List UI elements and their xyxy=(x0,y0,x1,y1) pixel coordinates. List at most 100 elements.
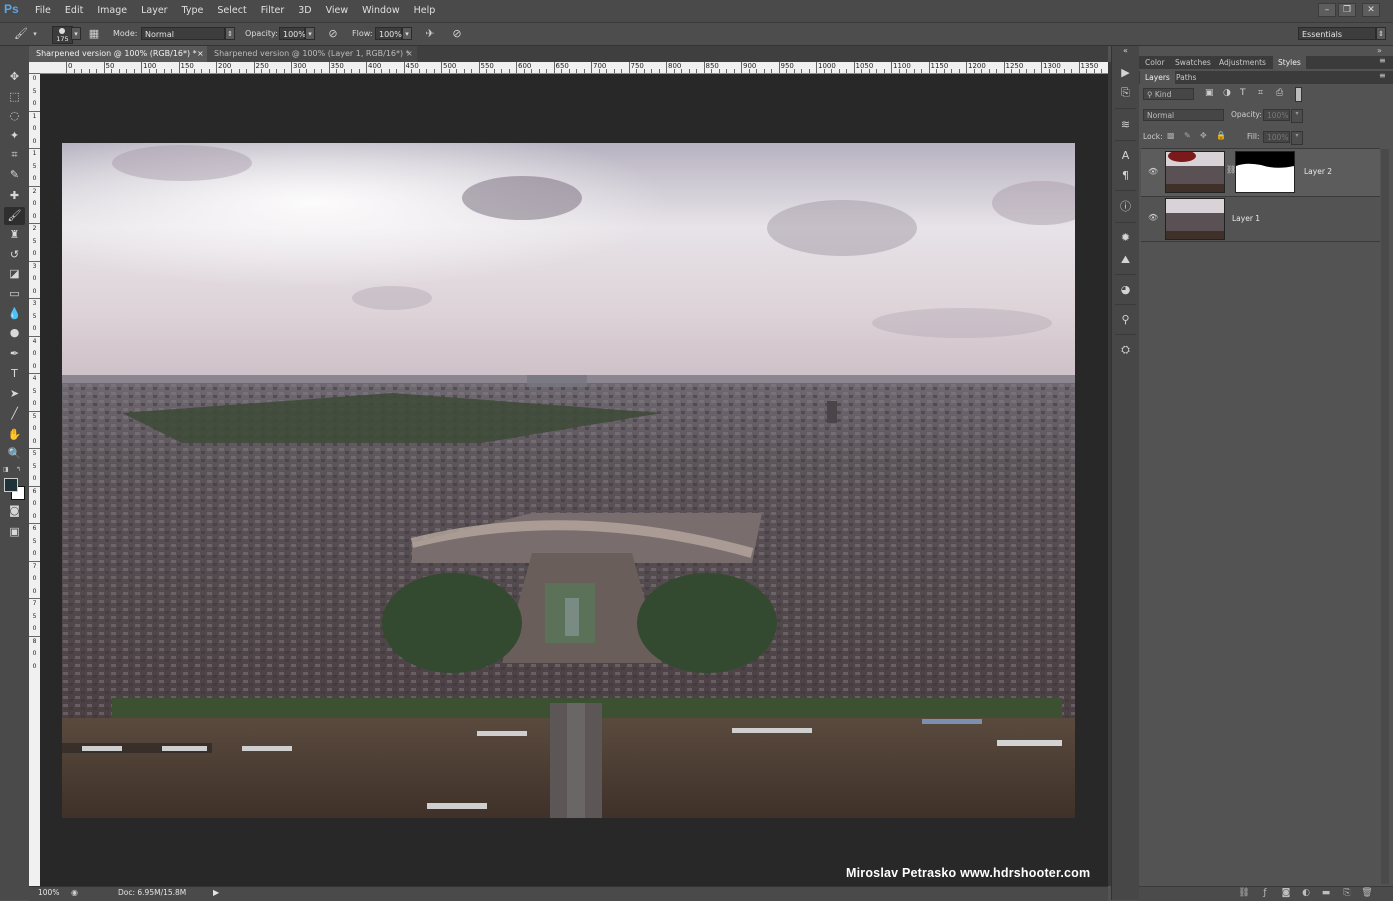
layers-scrollbar[interactable] xyxy=(1381,149,1389,884)
opacity-input[interactable]: 100% xyxy=(279,27,306,40)
play-actions-icon[interactable]: ▶ xyxy=(1116,64,1135,82)
delete-layer-icon[interactable]: 🗑 xyxy=(1360,887,1374,900)
panel-menu-icon[interactable]: ≡ xyxy=(1379,56,1386,65)
brush-panel-icon[interactable]: ▦ xyxy=(87,27,101,41)
screen-mode-icon[interactable]: ▣ xyxy=(4,523,25,541)
tab-sharpened-layer1[interactable]: Sharpened version @ 100% (Layer 1, RGB/1… xyxy=(207,46,417,62)
zoom-icon[interactable]: 🔍 xyxy=(4,445,25,463)
3d-scene-icon[interactable]: ⛰ xyxy=(1116,251,1135,269)
restore-button[interactable]: ❐ xyxy=(1338,3,1356,17)
collapse-panels-icon[interactable]: » xyxy=(1377,46,1393,56)
lasso-icon[interactable]: ◌ xyxy=(4,107,25,125)
filter-pixel-icon[interactable]: ▣ xyxy=(1205,88,1214,98)
dodge-icon[interactable]: ● xyxy=(4,324,25,342)
airbrush-icon[interactable]: ✈ xyxy=(423,27,437,41)
tab-color[interactable]: Color xyxy=(1140,56,1170,69)
close-icon[interactable]: × xyxy=(406,46,413,62)
blend-mode-select[interactable]: Normal xyxy=(1143,109,1224,121)
quick-mask-icon[interactable]: ◙ xyxy=(4,502,25,520)
layer-2-mask-thumbnail[interactable] xyxy=(1235,151,1295,193)
character-icon[interactable]: A xyxy=(1116,147,1135,165)
tab-sharpened-rgb[interactable]: Sharpened version @ 100% (RGB/16*) * × xyxy=(29,46,207,62)
close-window-button[interactable]: ✕ xyxy=(1362,3,1380,17)
mode-select[interactable]: Normal xyxy=(141,27,225,40)
filter-smart-object-icon[interactable]: ⎙ xyxy=(1276,88,1283,98)
filter-type-icon[interactable]: T xyxy=(1240,88,1246,98)
path-select-icon[interactable]: ➤ xyxy=(4,385,25,403)
crop-icon[interactable]: ⌗ xyxy=(4,146,25,164)
new-group-icon[interactable]: ▬ xyxy=(1319,887,1333,900)
info-icon[interactable]: ⓘ xyxy=(1116,198,1135,216)
lock-transparent-icon[interactable]: ▩ xyxy=(1167,131,1175,140)
marquee-icon[interactable]: ⬚ xyxy=(4,88,25,106)
paragraph-icon[interactable]: ¶ xyxy=(1116,167,1135,185)
history-brush-icon[interactable]: ↺ xyxy=(4,246,25,264)
foreground-color-swatch[interactable] xyxy=(4,478,18,492)
adjustment-layer-icon[interactable]: ◐ xyxy=(1299,887,1313,900)
menu-help[interactable]: Help xyxy=(407,0,443,22)
layer-1-thumbnail[interactable] xyxy=(1165,198,1225,240)
brush-settings-icon[interactable]: ≋ xyxy=(1116,116,1135,134)
menu-3d[interactable]: 3D xyxy=(291,0,318,22)
tab-styles[interactable]: Styles xyxy=(1273,56,1306,69)
fx-icon[interactable]: ƒ xyxy=(1258,887,1272,900)
workspace-select[interactable]: Essentials xyxy=(1298,27,1376,40)
pressure-opacity-icon[interactable]: ⊘ xyxy=(326,27,340,41)
layer-row-layer-2[interactable]: 👁 ⛓ Layer 2 xyxy=(1141,149,1380,197)
layer-opacity-input[interactable]: 100% xyxy=(1263,109,1290,121)
magic-wand-icon[interactable]: ✦ xyxy=(4,127,25,145)
brush-size-preview[interactable]: 175 xyxy=(52,26,73,44)
eyedropper-icon[interactable]: ✎ xyxy=(4,166,25,184)
fill-dropdown[interactable]: ▾ xyxy=(1291,131,1303,145)
chevron-down-icon[interactable]: ▾ xyxy=(31,27,39,41)
workspace-dropdown[interactable]: ⇕ xyxy=(1376,27,1386,40)
opacity-dropdown[interactable]: ▾ xyxy=(305,27,315,40)
fill-input[interactable]: 100% xyxy=(1263,131,1290,143)
move-icon[interactable]: ✥ xyxy=(4,68,25,86)
eye-icon[interactable]: 👁 xyxy=(1148,213,1158,223)
export-icon[interactable]: ◉ xyxy=(71,888,81,898)
menu-edit[interactable]: Edit xyxy=(58,0,90,22)
eraser-icon[interactable]: ◪ xyxy=(4,265,25,283)
minimize-button[interactable]: – xyxy=(1318,3,1336,17)
brush-preset-icon[interactable]: 🖌 xyxy=(14,27,28,41)
filter-adjustment-icon[interactable]: ◑ xyxy=(1223,88,1231,98)
lock-image-icon[interactable]: ✎ xyxy=(1184,131,1191,140)
history-icon[interactable]: ⎘ xyxy=(1116,84,1135,102)
menu-layer[interactable]: Layer xyxy=(134,0,175,22)
default-colors-icon[interactable]: ◨ xyxy=(3,466,10,473)
line-icon[interactable]: ╱ xyxy=(4,405,25,423)
flow-dropdown[interactable]: ▾ xyxy=(402,27,412,40)
menu-view[interactable]: View xyxy=(319,0,356,22)
lock-all-icon[interactable]: 🔒 xyxy=(1216,131,1226,140)
clone-source-icon[interactable]: ⚲ xyxy=(1116,311,1135,329)
hand-icon[interactable]: ✋ xyxy=(4,426,25,444)
layer-2-thumbnail[interactable] xyxy=(1165,151,1225,193)
menu-select[interactable]: Select xyxy=(210,0,253,22)
tool-presets-icon[interactable]: ⛭ xyxy=(1116,341,1135,359)
pressure-size-icon[interactable]: ⊘ xyxy=(450,27,464,41)
tab-swatches[interactable]: Swatches xyxy=(1170,56,1216,69)
new-layer-icon[interactable]: ⎘ xyxy=(1340,887,1354,900)
eye-icon[interactable]: 👁 xyxy=(1148,167,1158,177)
menu-type[interactable]: Type xyxy=(175,0,211,22)
brush-size-dropdown[interactable]: ▾ xyxy=(71,27,81,40)
light-icon[interactable]: ✹ xyxy=(1116,229,1135,247)
swap-colors-icon[interactable]: ↰ xyxy=(16,466,23,473)
menu-file[interactable]: File xyxy=(28,0,58,22)
blur-icon[interactable]: 💧 xyxy=(4,305,25,323)
tab-layers[interactable]: Layers xyxy=(1140,71,1175,84)
collapse-dock-icon[interactable]: « xyxy=(1116,46,1135,56)
menu-filter[interactable]: Filter xyxy=(254,0,292,22)
tab-adjustments[interactable]: Adjustments xyxy=(1214,56,1271,69)
brush-icon[interactable]: 🖌 xyxy=(4,207,25,225)
layer-row-layer-1[interactable]: 👁 Layer 1 xyxy=(1141,196,1380,242)
menu-window[interactable]: Window xyxy=(355,0,406,22)
lock-position-icon[interactable]: ✥ xyxy=(1200,131,1207,140)
properties-icon[interactable]: ◕ xyxy=(1116,281,1135,299)
close-icon[interactable]: × xyxy=(197,46,204,62)
add-mask-icon[interactable]: ◙ xyxy=(1279,887,1293,900)
healing-icon[interactable]: ✚ xyxy=(4,187,25,205)
pen-icon[interactable]: ✒ xyxy=(4,345,25,363)
clone-stamp-icon[interactable]: ♜ xyxy=(4,226,25,244)
